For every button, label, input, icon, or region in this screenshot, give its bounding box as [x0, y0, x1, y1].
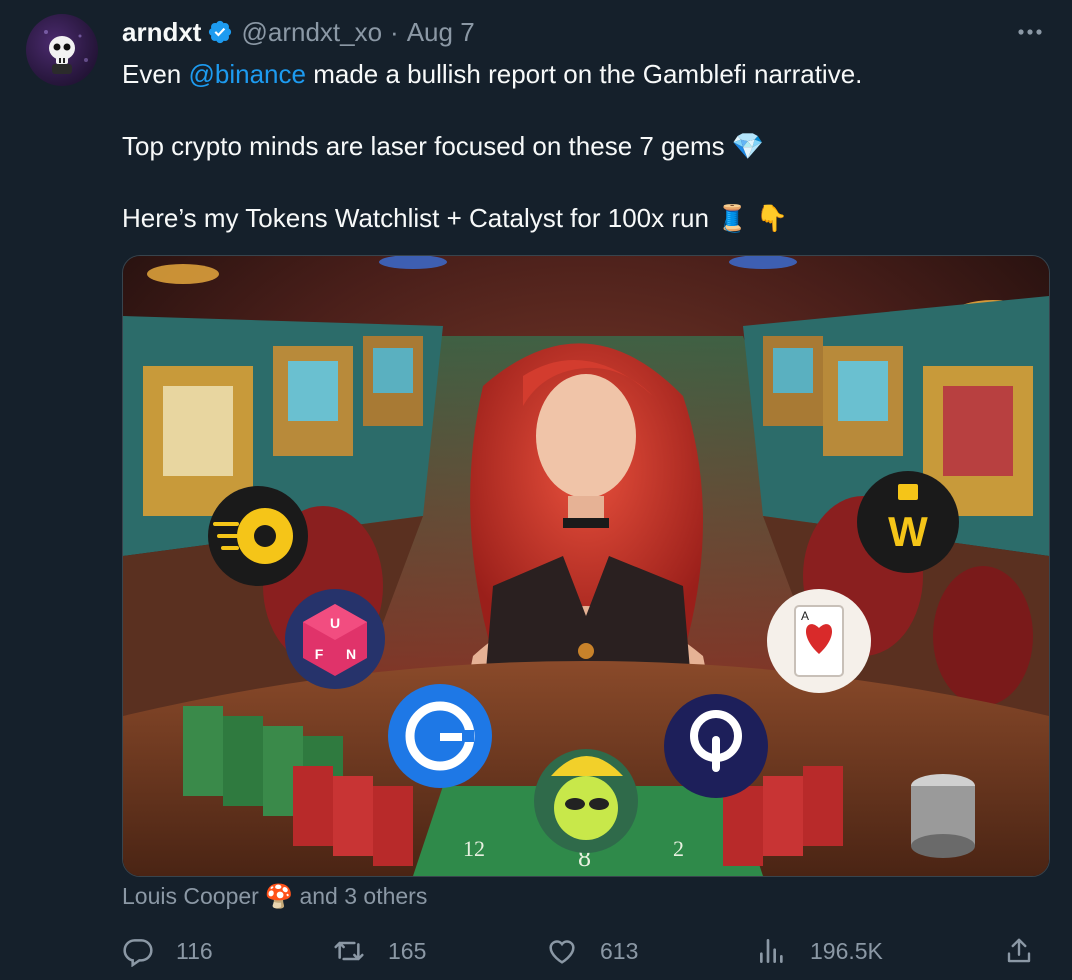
views-count: 196.5K: [810, 937, 883, 964]
line1-suffix: made a bullish report on the Gamblefi na…: [305, 59, 863, 89]
like-icon: [549, 940, 575, 964]
author-avatar[interactable]: [26, 14, 98, 86]
w-token-text: W: [888, 508, 928, 555]
retweet-count: 165: [388, 937, 427, 964]
author-handle[interactable]: @arndxt_xo: [241, 17, 382, 48]
token-fun-logo: U F N: [285, 589, 385, 689]
views-icon: [760, 939, 783, 963]
line1-prefix: Even: [122, 59, 189, 89]
tweet-line-1: Even @binance made a bullish report on t…: [122, 56, 1022, 92]
token-ace-card-logo: A: [767, 589, 871, 693]
views-button[interactable]: 196.5K: [756, 928, 883, 974]
reply-button[interactable]: 116: [122, 928, 213, 974]
retweet-button[interactable]: 165: [332, 928, 426, 974]
token-nft-monkey-logo: [534, 749, 638, 853]
tweet-actions-bar: 116 165 613 196.5K: [122, 928, 1042, 974]
retweet-icon: [334, 941, 364, 961]
token-yellow-ring-logo: [208, 486, 308, 586]
token-g-logo: [388, 684, 492, 788]
tweet-header: arndxt @arndxt_xo · Aug 7: [122, 14, 475, 50]
svg-text:N: N: [346, 646, 356, 662]
liked-by-line[interactable]: Louis Cooper 🍄 and 3 others: [122, 880, 427, 912]
binance-mention-link[interactable]: @binance: [189, 59, 306, 89]
token-dark-blue-logo: [664, 694, 768, 798]
like-count: 613: [600, 937, 639, 964]
tweet-line-3: Here’s my Tokens Watchlist + Catalyst fo…: [122, 203, 789, 233]
tweet-text: Even @binance made a bullish report on t…: [122, 56, 1022, 236]
casino-illustration: 12 8 2 U F N A W: [123, 256, 1049, 876]
more-options-icon: [1018, 29, 1042, 35]
svg-text:A: A: [801, 609, 809, 623]
tweet-media-image[interactable]: 12 8 2 U F N A W: [122, 255, 1050, 877]
mushroom-emoji: 🍄: [264, 882, 294, 909]
separator-dot: ·: [390, 16, 399, 47]
liked-by-others[interactable]: and 3 others: [299, 883, 427, 910]
svg-text:U: U: [330, 615, 340, 631]
like-button[interactable]: 613: [546, 928, 638, 974]
svg-text:12: 12: [463, 836, 485, 861]
liked-by-name[interactable]: Louis Cooper: [122, 883, 259, 910]
reply-icon: [123, 939, 153, 967]
svg-text:F: F: [315, 646, 324, 662]
author-name[interactable]: arndxt: [122, 17, 201, 48]
skull-avatar-image: [44, 30, 88, 74]
tweet-line-2: Top crypto minds are laser focused on th…: [122, 131, 765, 161]
verified-badge-icon: [209, 20, 232, 44]
more-options-button[interactable]: [1014, 18, 1046, 46]
token-w-logo: W: [857, 471, 959, 573]
svg-text:2: 2: [673, 836, 684, 861]
tweet-date[interactable]: Aug 7: [407, 17, 475, 48]
reply-count: 116: [176, 937, 213, 964]
share-button[interactable]: [1004, 928, 1056, 974]
share-icon: [1007, 938, 1031, 963]
